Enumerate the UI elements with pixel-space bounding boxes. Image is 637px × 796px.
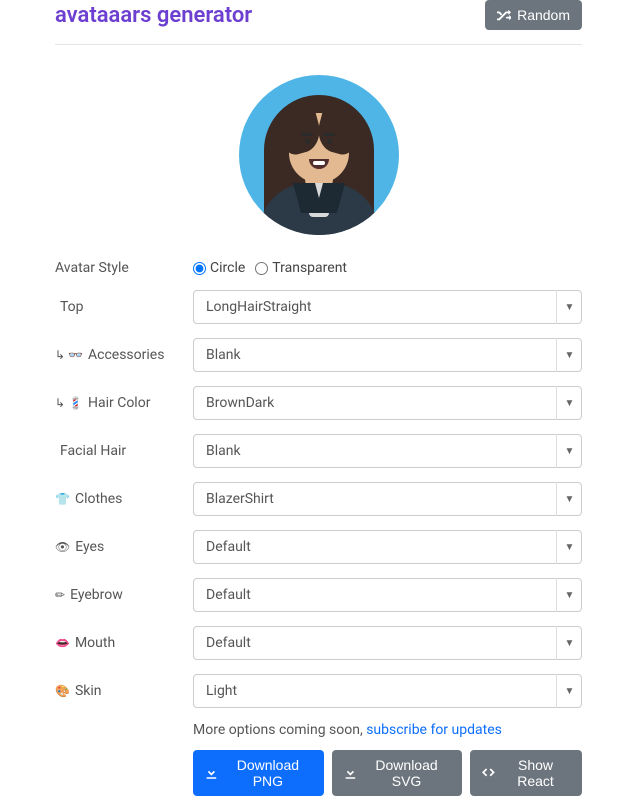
eyes-icon: 👁 — [55, 540, 70, 554]
page-title: avataaars generator — [55, 3, 252, 28]
label-clothes-text: Clothes — [75, 491, 122, 507]
avatar-circle — [239, 75, 399, 235]
select-skin-value[interactable]: Light — [193, 674, 582, 708]
download-png-label: Download PNG — [224, 757, 312, 789]
select-hair-color-value[interactable]: BrownDark — [193, 386, 582, 420]
clothes-icon: 👕 — [55, 492, 70, 506]
select-eyes-value[interactable]: Default — [193, 530, 582, 564]
row-eyes: 👁 Eyes Default ▼ — [55, 530, 582, 564]
row-skin: 🎨 Skin Light ▼ — [55, 674, 582, 708]
select-top-value[interactable]: LongHairStraight — [193, 290, 582, 324]
row-top: Top LongHairStraight ▼ — [55, 290, 582, 324]
radio-circle[interactable]: Circle — [193, 260, 245, 276]
show-react-label: Show React — [501, 757, 570, 789]
label-accessories: ↳ 👓 Accessories — [55, 347, 193, 363]
select-mouth[interactable]: Default ▼ — [193, 626, 582, 660]
row-avatar-style: Avatar Style Circle Transparent — [55, 260, 582, 276]
button-row: Download PNG Download SVG Show React — [193, 750, 582, 796]
label-eyebrow: ✏ Eyebrow — [55, 587, 193, 603]
mouth-icon: 👄 — [55, 636, 70, 650]
label-facial-hair: Facial Hair — [55, 443, 193, 459]
footer-text-before: More options coming soon, — [193, 722, 366, 738]
shuffle-icon — [497, 8, 511, 22]
select-clothes-value[interactable]: BlazerShirt — [193, 482, 582, 516]
radio-transparent-label: Transparent — [272, 260, 347, 276]
download-svg-button[interactable]: Download SVG — [332, 750, 462, 796]
footer-text: More options coming soon, subscribe for … — [193, 722, 582, 738]
avatar-style-radio-group: Circle Transparent — [193, 260, 582, 276]
row-facial-hair: Facial Hair Blank ▼ — [55, 434, 582, 468]
label-mouth: 👄 Mouth — [55, 635, 193, 651]
radio-transparent-input[interactable] — [255, 262, 268, 275]
row-mouth: 👄 Mouth Default ▼ — [55, 626, 582, 660]
select-accessories[interactable]: Blank ▼ — [193, 338, 582, 372]
eyebrow-icon: ✏ — [55, 588, 65, 602]
label-hair-color: ↳ 💈 Hair Color — [55, 395, 193, 411]
label-eyes: 👁 Eyes — [55, 539, 193, 555]
label-accessories-text: Accessories — [88, 347, 164, 363]
label-top: Top — [55, 299, 193, 315]
select-facial-hair[interactable]: Blank ▼ — [193, 434, 582, 468]
select-mouth-value[interactable]: Default — [193, 626, 582, 660]
subscribe-link[interactable]: subscribe for updates — [366, 722, 502, 738]
label-eyes-text: Eyes — [75, 539, 104, 555]
download-svg-label: Download SVG — [363, 757, 451, 789]
row-eyebrow: ✏ Eyebrow Default ▼ — [55, 578, 582, 612]
select-clothes[interactable]: BlazerShirt ▼ — [193, 482, 582, 516]
row-hair-color: ↳ 💈 Hair Color BrownDark ▼ — [55, 386, 582, 420]
label-avatar-style: Avatar Style — [55, 260, 193, 276]
select-top[interactable]: LongHairStraight ▼ — [193, 290, 582, 324]
random-button-label: Random — [517, 7, 570, 23]
label-clothes: 👕 Clothes — [55, 491, 193, 507]
select-skin[interactable]: Light ▼ — [193, 674, 582, 708]
download-icon — [344, 766, 357, 780]
radio-circle-input[interactable] — [193, 262, 206, 275]
page-header: avataaars generator Random — [55, 0, 582, 45]
select-eyes[interactable]: Default ▼ — [193, 530, 582, 564]
label-skin-text: Skin — [75, 683, 102, 699]
select-facial-hair-value[interactable]: Blank — [193, 434, 582, 468]
label-eyebrow-text: Eyebrow — [70, 587, 123, 603]
show-react-button[interactable]: Show React — [470, 750, 582, 796]
row-clothes: 👕 Clothes BlazerShirt ▼ — [55, 482, 582, 516]
radio-circle-label: Circle — [210, 260, 245, 276]
skin-icon: 🎨 — [55, 684, 70, 698]
label-skin: 🎨 Skin — [55, 683, 193, 699]
accessories-icon: ↳ 👓 — [55, 348, 83, 362]
label-top-text: Top — [60, 299, 84, 315]
label-mouth-text: Mouth — [75, 635, 115, 651]
download-png-button[interactable]: Download PNG — [193, 750, 324, 796]
download-icon — [205, 766, 218, 780]
avatar-preview — [55, 75, 582, 235]
code-icon — [482, 766, 495, 780]
radio-transparent[interactable]: Transparent — [255, 260, 347, 276]
select-hair-color[interactable]: BrownDark ▼ — [193, 386, 582, 420]
select-eyebrow-value[interactable]: Default — [193, 578, 582, 612]
label-facial-hair-text: Facial Hair — [60, 443, 126, 459]
row-accessories: ↳ 👓 Accessories Blank ▼ — [55, 338, 582, 372]
hair-color-icon: ↳ 💈 — [55, 396, 83, 410]
random-button[interactable]: Random — [485, 0, 582, 30]
select-accessories-value[interactable]: Blank — [193, 338, 582, 372]
select-eyebrow[interactable]: Default ▼ — [193, 578, 582, 612]
label-hair-color-text: Hair Color — [88, 395, 150, 411]
